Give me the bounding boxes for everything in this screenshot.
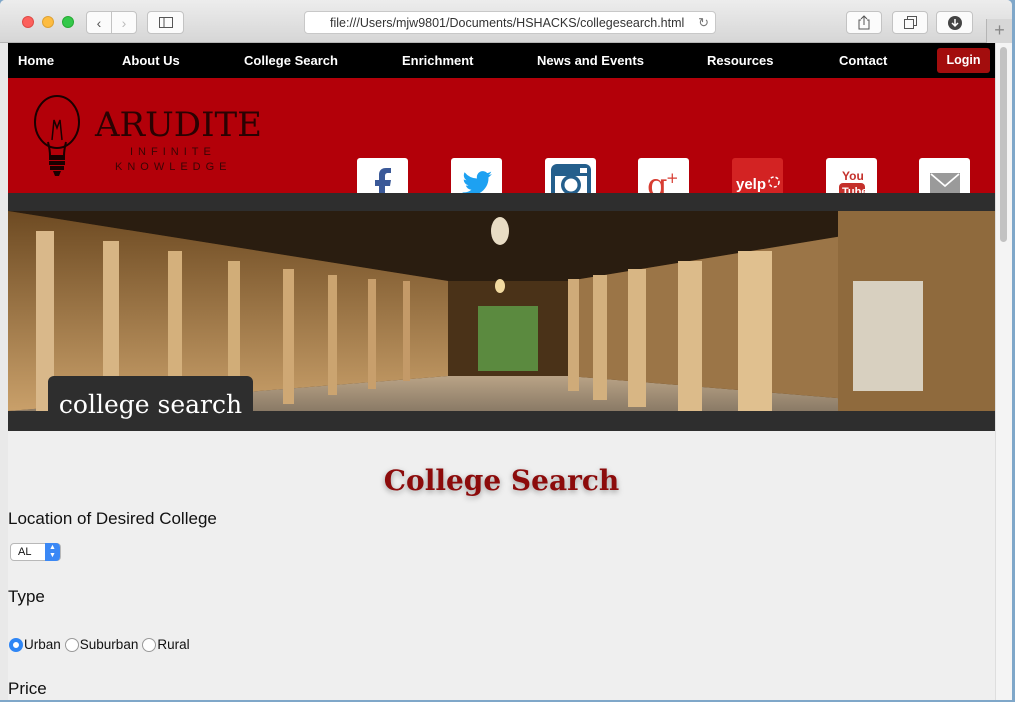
nav-news-and-events[interactable]: News and Events [537, 53, 644, 68]
nav-college-search[interactable]: College Search [244, 53, 338, 68]
browser-window: ‹ › file:///Users/mjw9801/Documents/HSHA… [0, 0, 1012, 700]
tabs-icon [903, 16, 917, 29]
radio-urban[interactable] [9, 637, 23, 652]
page-scrollbar[interactable] [995, 43, 1012, 700]
share-button[interactable] [846, 11, 882, 34]
select-arrows-icon: ▲ ▼ [45, 543, 60, 561]
forward-button[interactable]: › [111, 11, 137, 34]
svg-text:You: You [842, 169, 864, 183]
address-bar[interactable]: file:///Users/mjw9801/Documents/HSHACKS/… [304, 11, 716, 34]
scrollbar-thumb[interactable] [1000, 47, 1007, 242]
back-button[interactable]: ‹ [86, 11, 112, 34]
url-text: file:///Users/mjw9801/Documents/HSHACKS/… [330, 16, 685, 30]
type-radio-group: Urban Suburban Rural [9, 637, 194, 652]
nav-home[interactable]: Home [18, 53, 54, 68]
banner-top-strip [8, 193, 995, 211]
close-window-button[interactable] [22, 16, 34, 28]
location-label: Location of Desired College [8, 509, 217, 528]
yelp-icon: yelp [736, 176, 780, 193]
location-select[interactable]: AL ▲ ▼ [10, 543, 61, 561]
browser-toolbar: ‹ › file:///Users/mjw9801/Documents/HSHA… [0, 0, 1012, 43]
logo-tagline-1: INFINITE [130, 146, 216, 158]
login-button[interactable]: Login [937, 48, 990, 73]
downloads-button[interactable] [936, 11, 973, 34]
nav-contact[interactable]: Contact [839, 53, 887, 68]
svg-text:+: + [666, 169, 679, 187]
email-icon [929, 172, 960, 195]
share-icon [858, 15, 870, 30]
sidebar-toggle-button[interactable] [147, 11, 184, 34]
chevron-right-icon: › [121, 14, 127, 31]
maximize-window-button[interactable] [62, 16, 74, 28]
nav-enrichment[interactable]: Enrichment [402, 53, 474, 68]
location-select-value: AL [18, 546, 32, 558]
site-header: ARUDITE INFINITE KNOWLEDGE g + yelp You Tu… [8, 78, 995, 209]
type-label: Type [8, 587, 45, 606]
show-tabs-button[interactable] [892, 11, 928, 34]
radio-suburban-label: Suburban [79, 637, 139, 652]
chevron-left-icon: ‹ [96, 14, 102, 31]
logo-tagline-2: KNOWLEDGE [115, 161, 232, 173]
minimize-window-button[interactable] [42, 16, 54, 28]
radio-rural-label: Rural [157, 637, 190, 652]
lightbulb-logo-icon [34, 95, 80, 176]
nav-about-us[interactable]: About Us [122, 53, 180, 68]
radio-rural[interactable] [142, 637, 157, 652]
radio-suburban[interactable] [64, 637, 79, 652]
logo-title: ARUDITE [95, 105, 262, 145]
reload-icon[interactable]: ↻ [698, 15, 709, 31]
download-icon [947, 15, 962, 30]
radio-urban-label: Urban [24, 637, 61, 652]
site-nav: Home About Us College Search Enrichment … [8, 43, 995, 78]
banner-label: college search [48, 376, 253, 431]
new-tab-button[interactable]: + [986, 19, 1012, 43]
price-label: Price [8, 679, 47, 698]
sidebar-icon [158, 17, 173, 28]
web-page: Home About Us College Search Enrichment … [8, 43, 995, 700]
page-title: College Search [383, 464, 620, 497]
nav-resources[interactable]: Resources [707, 53, 773, 68]
svg-text:yelp: yelp [736, 176, 766, 193]
